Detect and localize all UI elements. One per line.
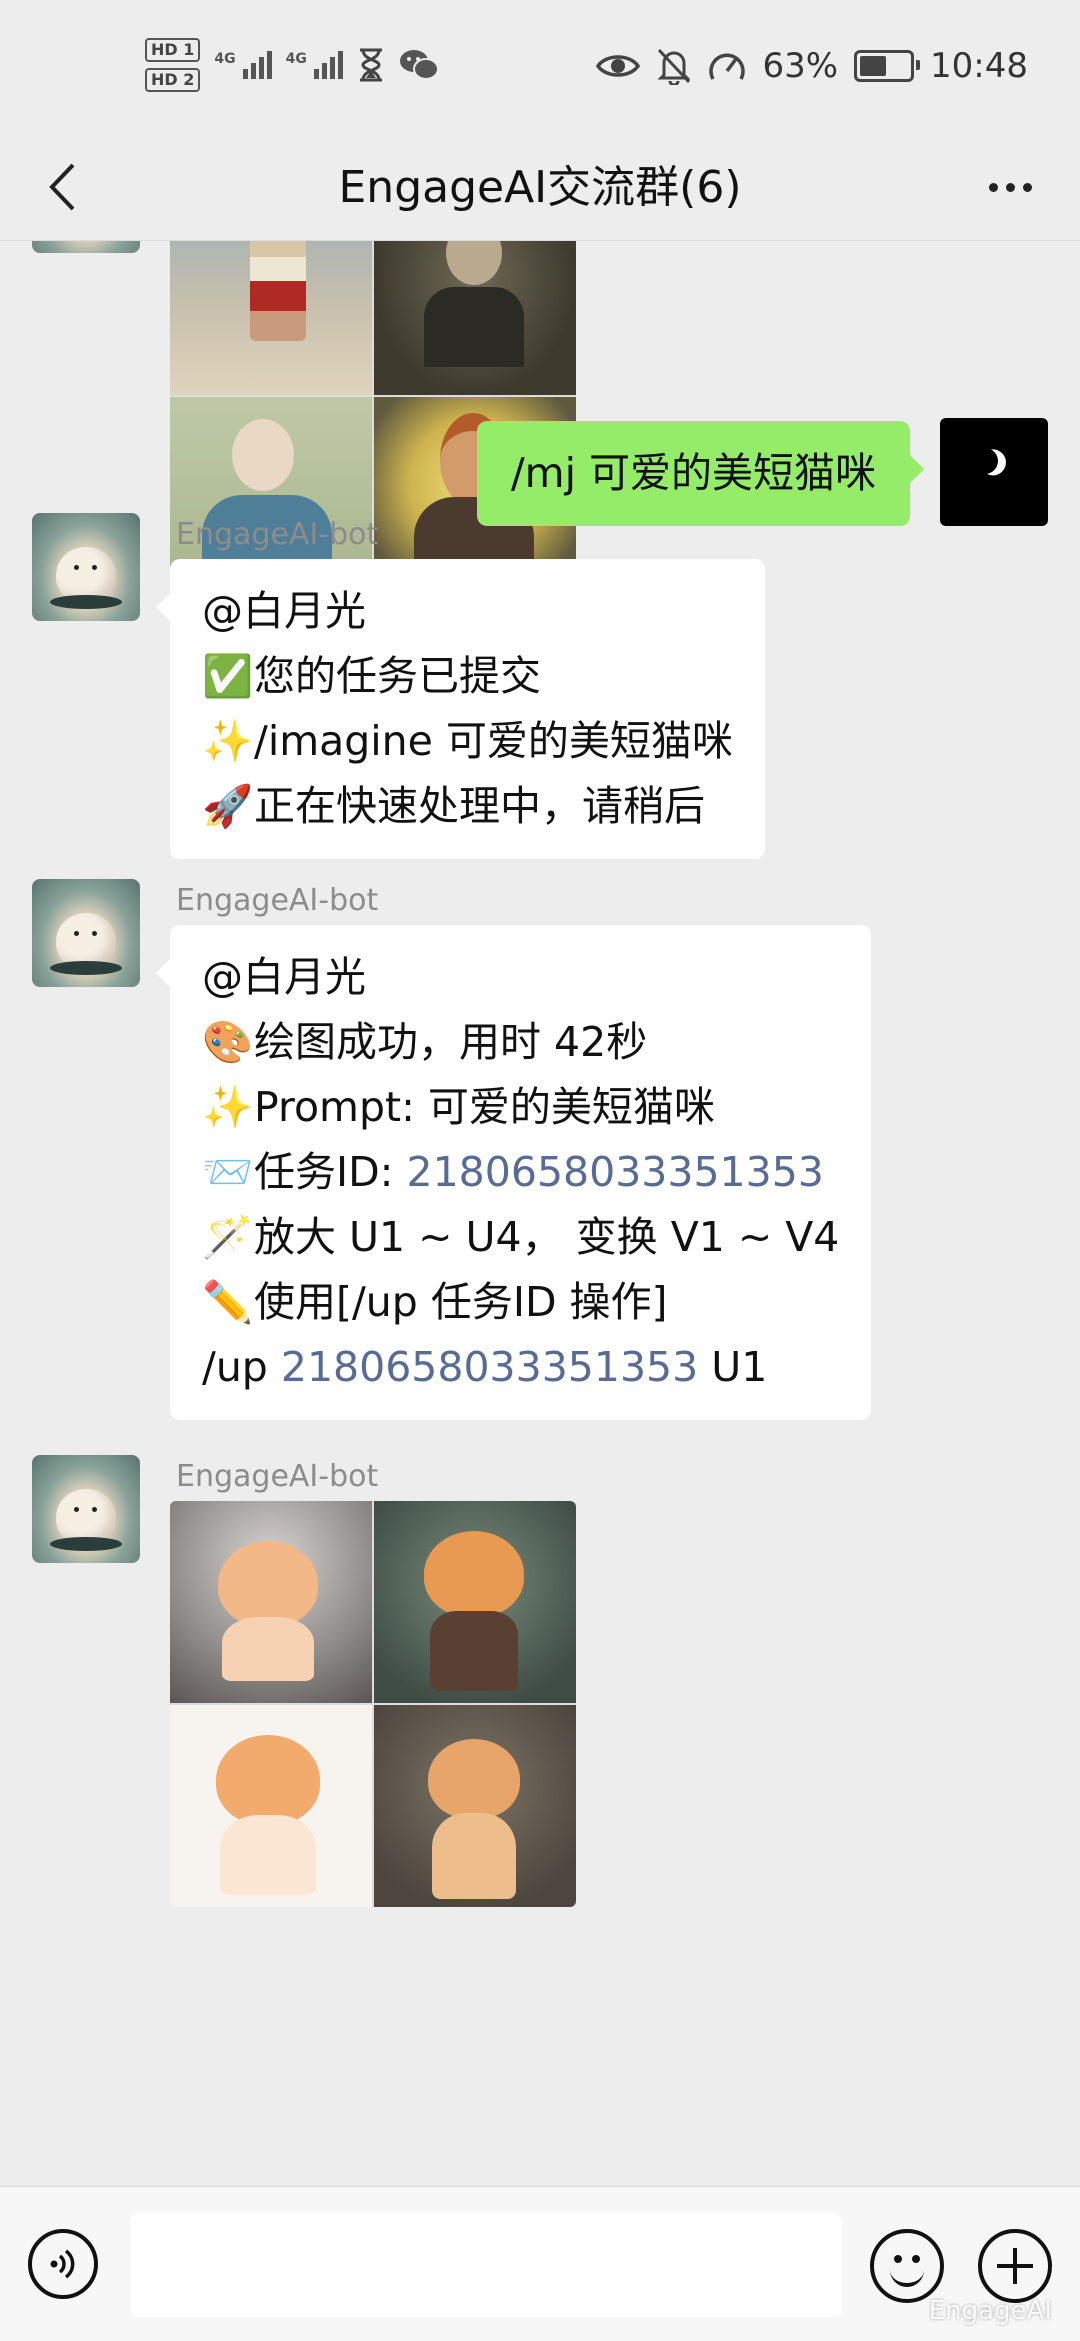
sender-name: EngageAI-bot bbox=[176, 517, 379, 552]
message-line: 🚀正在快速处理中，请稍后 bbox=[202, 774, 733, 839]
bot-avatar[interactable] bbox=[32, 513, 140, 621]
voice-button[interactable] bbox=[28, 2229, 98, 2299]
message-line: ✅您的任务已提交 bbox=[202, 644, 733, 709]
chevron-left-icon bbox=[49, 163, 75, 211]
chat-list[interactable]: /mj 可爱的美短猫咪 EngageAI-bot @白月光 ✅您的任务已提交 ✨… bbox=[0, 241, 1080, 2186]
status-bar: HD 1 HD 2 4G 4G 63% 10:48 bbox=[0, 0, 1080, 135]
message-line: @白月光 bbox=[202, 587, 366, 635]
message-line: @白月光 bbox=[202, 953, 366, 1001]
kittens-image-grid[interactable] bbox=[170, 1501, 576, 1907]
more-options-button[interactable] bbox=[970, 155, 1050, 219]
my-message-text: /mj 可爱的美短猫咪 bbox=[510, 449, 876, 497]
plus-button[interactable] bbox=[978, 2229, 1052, 2303]
signal-2-icon: 4G bbox=[286, 51, 343, 79]
status-left: HD 1 HD 2 4G 4G bbox=[145, 30, 439, 100]
battery-icon bbox=[854, 50, 921, 82]
moon-icon bbox=[968, 444, 1001, 477]
image-tile-4 bbox=[374, 1705, 576, 1907]
message-input[interactable] bbox=[130, 2213, 842, 2317]
bot-avatar[interactable] bbox=[32, 879, 140, 987]
bot-avatar[interactable] bbox=[32, 1455, 140, 1563]
pencil-icon: ✏️ bbox=[202, 1278, 254, 1326]
speedometer-icon bbox=[709, 53, 746, 80]
hd-indicators: HD 1 HD 2 bbox=[145, 38, 201, 92]
my-avatar[interactable] bbox=[940, 418, 1048, 526]
hd2-badge: HD 2 bbox=[145, 68, 201, 92]
eye-icon bbox=[596, 55, 641, 77]
wechat-icon bbox=[399, 50, 439, 80]
signal-1-icon: 4G bbox=[214, 51, 272, 79]
bot-avatar[interactable] bbox=[32, 241, 140, 253]
task-id-link[interactable]: 2180658033351353 bbox=[407, 1148, 824, 1196]
image-tile-2 bbox=[374, 1501, 576, 1703]
image-tile-1 bbox=[170, 241, 372, 395]
rocket-icon: 🚀 bbox=[202, 782, 254, 830]
battery-fill bbox=[860, 56, 887, 76]
envelope-icon: 📨 bbox=[202, 1148, 254, 1196]
battery-percent: 63% bbox=[762, 46, 839, 86]
voice-icon bbox=[50, 2249, 75, 2279]
message-line: 🪄放大 U1 ~ U4， 变换 V1 ~ V4 bbox=[202, 1205, 839, 1270]
status-right: 63% 10:48 bbox=[596, 40, 1028, 92]
magic-wand-icon: 🪄 bbox=[202, 1213, 254, 1261]
sender-name: EngageAI-bot bbox=[176, 883, 379, 918]
sparkles-icon: ✨ bbox=[202, 1083, 254, 1131]
status-time: 10:48 bbox=[930, 46, 1028, 86]
net1-label: 4G bbox=[214, 51, 236, 67]
chat-title: EngageAI交流群(6) bbox=[338, 162, 742, 213]
bot-message-bubble[interactable]: @白月光 ✅您的任务已提交 ✨/imagine 可爱的美短猫咪 🚀正在快速处理中… bbox=[156, 559, 765, 859]
message-line: 🎨绘图成功，用时 42秒 bbox=[202, 1010, 839, 1075]
message-line: 📨任务ID: 2180658033351353 bbox=[202, 1140, 839, 1205]
message-line: /up 2180658033351353 U1 bbox=[202, 1343, 768, 1391]
image-tile-3 bbox=[170, 1705, 372, 1907]
more-dots-icon bbox=[988, 182, 998, 192]
input-bar bbox=[0, 2186, 1080, 2341]
net2-label: 4G bbox=[285, 51, 307, 67]
message-line: ✨Prompt: 可爱的美短猫咪 bbox=[202, 1075, 839, 1140]
chat-header: EngageAI交流群(6) bbox=[0, 135, 1080, 241]
back-button[interactable] bbox=[30, 155, 94, 219]
task-id-link[interactable]: 2180658033351353 bbox=[281, 1343, 698, 1391]
watermark: EngageAI bbox=[928, 2296, 1052, 2326]
mute-bell-icon bbox=[657, 48, 692, 85]
sender-name: EngageAI-bot bbox=[176, 1459, 379, 1494]
bot-message-bubble[interactable]: @白月光 🎨绘图成功，用时 42秒 ✨Prompt: 可爱的美短猫咪 📨任务ID… bbox=[155, 925, 872, 1420]
my-message-bubble[interactable]: /mj 可爱的美短猫咪 bbox=[476, 421, 925, 526]
check-icon: ✅ bbox=[202, 652, 254, 700]
palette-icon: 🎨 bbox=[202, 1018, 254, 1066]
hd1-badge: HD 1 bbox=[145, 38, 201, 62]
emoji-button[interactable] bbox=[870, 2229, 944, 2303]
message-line: ✏️使用[/up 任务ID 操作] bbox=[202, 1270, 839, 1335]
image-tile-2 bbox=[374, 241, 576, 395]
hourglass-icon bbox=[359, 48, 382, 82]
message-line: ✨/imagine 可爱的美短猫咪 bbox=[202, 709, 733, 774]
image-tile-1 bbox=[170, 1501, 372, 1703]
sparkles-icon: ✨ bbox=[202, 717, 254, 765]
